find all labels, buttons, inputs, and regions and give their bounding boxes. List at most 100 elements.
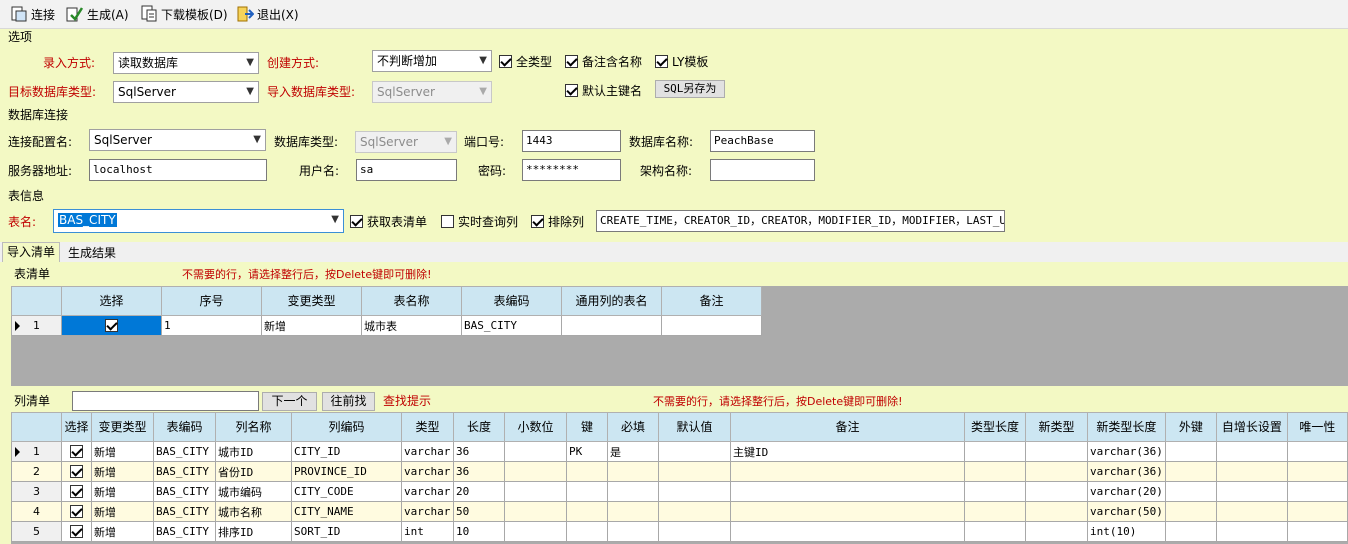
cell-tcode[interactable]: BAS_CITY [153, 521, 216, 542]
realtime-query-checkbox[interactable]: 实时查询列 [441, 213, 518, 230]
col-header-table-code[interactable]: 表编码 [461, 286, 562, 316]
checkbox-checked-icon[interactable] [70, 465, 83, 479]
cell-req[interactable] [607, 481, 659, 502]
table-row[interactable]: 5 新增 BAS_CITY 排序ID SORT_ID int 10 int(10) [11, 521, 1348, 542]
dbtype-select[interactable]: SqlServer ▼ [355, 131, 457, 153]
checkbox-checked-icon[interactable] [105, 319, 118, 333]
cell-dec[interactable] [504, 461, 567, 482]
cell-change[interactable]: 新增 [91, 481, 154, 502]
cell-len[interactable]: 36 [453, 441, 505, 462]
ly-template-checkbox[interactable]: LY模板 [655, 53, 708, 70]
cell-remark[interactable] [730, 501, 965, 522]
cell-key[interactable] [566, 521, 608, 542]
col-header-foreign-key[interactable]: 外键 [1164, 412, 1217, 442]
cell-uniq[interactable] [1286, 501, 1348, 522]
cell-type[interactable]: varchar [401, 481, 454, 502]
col-header-column-name[interactable]: 列名称 [215, 412, 292, 442]
create-mode-select[interactable]: 不判断增加 ▼ [372, 50, 492, 72]
select-cell[interactable] [61, 315, 162, 336]
connect-button[interactable]: 连接 [10, 4, 55, 24]
cell-ccode[interactable]: CITY_CODE [291, 481, 402, 502]
user-input[interactable]: sa [356, 159, 457, 181]
password-input[interactable]: ******** [522, 159, 621, 181]
col-header-remark[interactable]: 备注 [730, 412, 965, 442]
col-header-seq[interactable]: 序号 [161, 286, 262, 316]
cell-type[interactable]: varchar [401, 461, 454, 482]
cell-inc[interactable] [1215, 461, 1288, 482]
col-header-change-type[interactable]: 变更类型 [91, 412, 154, 442]
select-cell[interactable] [61, 501, 92, 522]
table-row[interactable]: 1 1 新增 城市表 BAS_CITY [11, 315, 762, 336]
cell-len[interactable]: 50 [453, 501, 505, 522]
cell-ntlen[interactable]: varchar(36) [1087, 441, 1166, 462]
col-header-select[interactable]: 选择 [61, 286, 162, 316]
cell-inc[interactable] [1215, 521, 1288, 542]
find-next-button[interactable]: 下一个 [262, 392, 317, 411]
cell-uniq[interactable] [1286, 521, 1348, 542]
cell-def[interactable] [658, 461, 731, 482]
cell-req[interactable] [607, 461, 659, 482]
cell-remark[interactable]: 主键ID [730, 441, 965, 462]
cell-ntype[interactable] [1025, 461, 1088, 482]
cell-inc[interactable] [1215, 441, 1288, 462]
cell-fk[interactable] [1164, 501, 1217, 522]
cell-key[interactable] [566, 461, 608, 482]
remark-name-checkbox[interactable]: 备注含名称 [565, 53, 642, 70]
cell-dec[interactable] [504, 481, 567, 502]
col-header-decimal[interactable]: 小数位 [504, 412, 567, 442]
cell-dec[interactable] [504, 441, 567, 462]
table-name-cell[interactable]: 城市表 [361, 315, 462, 336]
change-type-cell[interactable]: 新增 [261, 315, 362, 336]
cell-def[interactable] [658, 501, 731, 522]
cell-change[interactable]: 新增 [91, 501, 154, 522]
cell-tcode[interactable]: BAS_CITY [153, 481, 216, 502]
col-header-column-code[interactable]: 列编码 [291, 412, 402, 442]
table-row[interactable]: 3 新增 BAS_CITY 城市编码 CITY_CODE varchar 20 varchar… [11, 481, 1348, 502]
schema-input[interactable] [710, 159, 815, 181]
select-cell[interactable] [61, 441, 92, 462]
table-code-cell[interactable]: BAS_CITY [461, 315, 562, 336]
col-header-remark[interactable]: 备注 [661, 286, 762, 316]
import-db-select[interactable]: SqlServer ▼ [372, 81, 492, 103]
col-header-common-table[interactable]: 通用列的表名 [561, 286, 662, 316]
get-table-list-checkbox[interactable]: 获取表清单 [350, 213, 427, 230]
cell-tlen[interactable] [964, 441, 1026, 462]
cell-req[interactable] [607, 501, 659, 522]
cell-ntype[interactable] [1025, 501, 1088, 522]
cell-ccode[interactable]: SORT_ID [291, 521, 402, 542]
target-db-select[interactable]: SqlServer ▼ [113, 81, 259, 103]
select-cell[interactable] [61, 521, 92, 542]
cell-len[interactable]: 10 [453, 521, 505, 542]
cell-fk[interactable] [1164, 521, 1217, 542]
cell-fk[interactable] [1164, 441, 1217, 462]
cell-ccode[interactable]: PROVINCE_ID [291, 461, 402, 482]
cell-tlen[interactable] [964, 461, 1026, 482]
cell-tlen[interactable] [964, 521, 1026, 542]
cell-ntlen[interactable]: varchar(20) [1087, 481, 1166, 502]
all-types-checkbox[interactable]: 全类型 [499, 53, 552, 70]
cell-change[interactable]: 新增 [91, 441, 154, 462]
cell-fk[interactable] [1164, 461, 1217, 482]
col-header-length[interactable]: 长度 [453, 412, 505, 442]
cell-def[interactable] [658, 521, 731, 542]
port-input[interactable]: 1443 [522, 130, 621, 152]
cell-ccode[interactable]: CITY_NAME [291, 501, 402, 522]
default-pk-checkbox[interactable]: 默认主键名 [565, 82, 642, 99]
cell-uniq[interactable] [1286, 441, 1348, 462]
table-row[interactable]: 4 新增 BAS_CITY 城市名称 CITY_NAME varchar 50 varchar… [11, 501, 1348, 522]
col-header-default[interactable]: 默认值 [658, 412, 731, 442]
cell-req[interactable]: 是 [607, 441, 659, 462]
col-header-new-type[interactable]: 新类型 [1025, 412, 1088, 442]
table-name-select[interactable]: BAS_CITY ▼ [53, 209, 344, 233]
server-input[interactable]: localhost [89, 159, 267, 181]
cell-ntlen[interactable]: int(10) [1087, 521, 1166, 542]
cell-cname[interactable]: 省份ID [215, 461, 292, 482]
cell-cname[interactable]: 排序ID [215, 521, 292, 542]
row-header[interactable]: 5 [11, 521, 62, 542]
exit-button[interactable]: 退出(X) [236, 4, 299, 24]
cell-tlen[interactable] [964, 481, 1026, 502]
cell-len[interactable]: 36 [453, 461, 505, 482]
row-header[interactable]: 4 [11, 501, 62, 522]
common-table-cell[interactable] [561, 315, 662, 336]
cell-tcode[interactable]: BAS_CITY [153, 501, 216, 522]
